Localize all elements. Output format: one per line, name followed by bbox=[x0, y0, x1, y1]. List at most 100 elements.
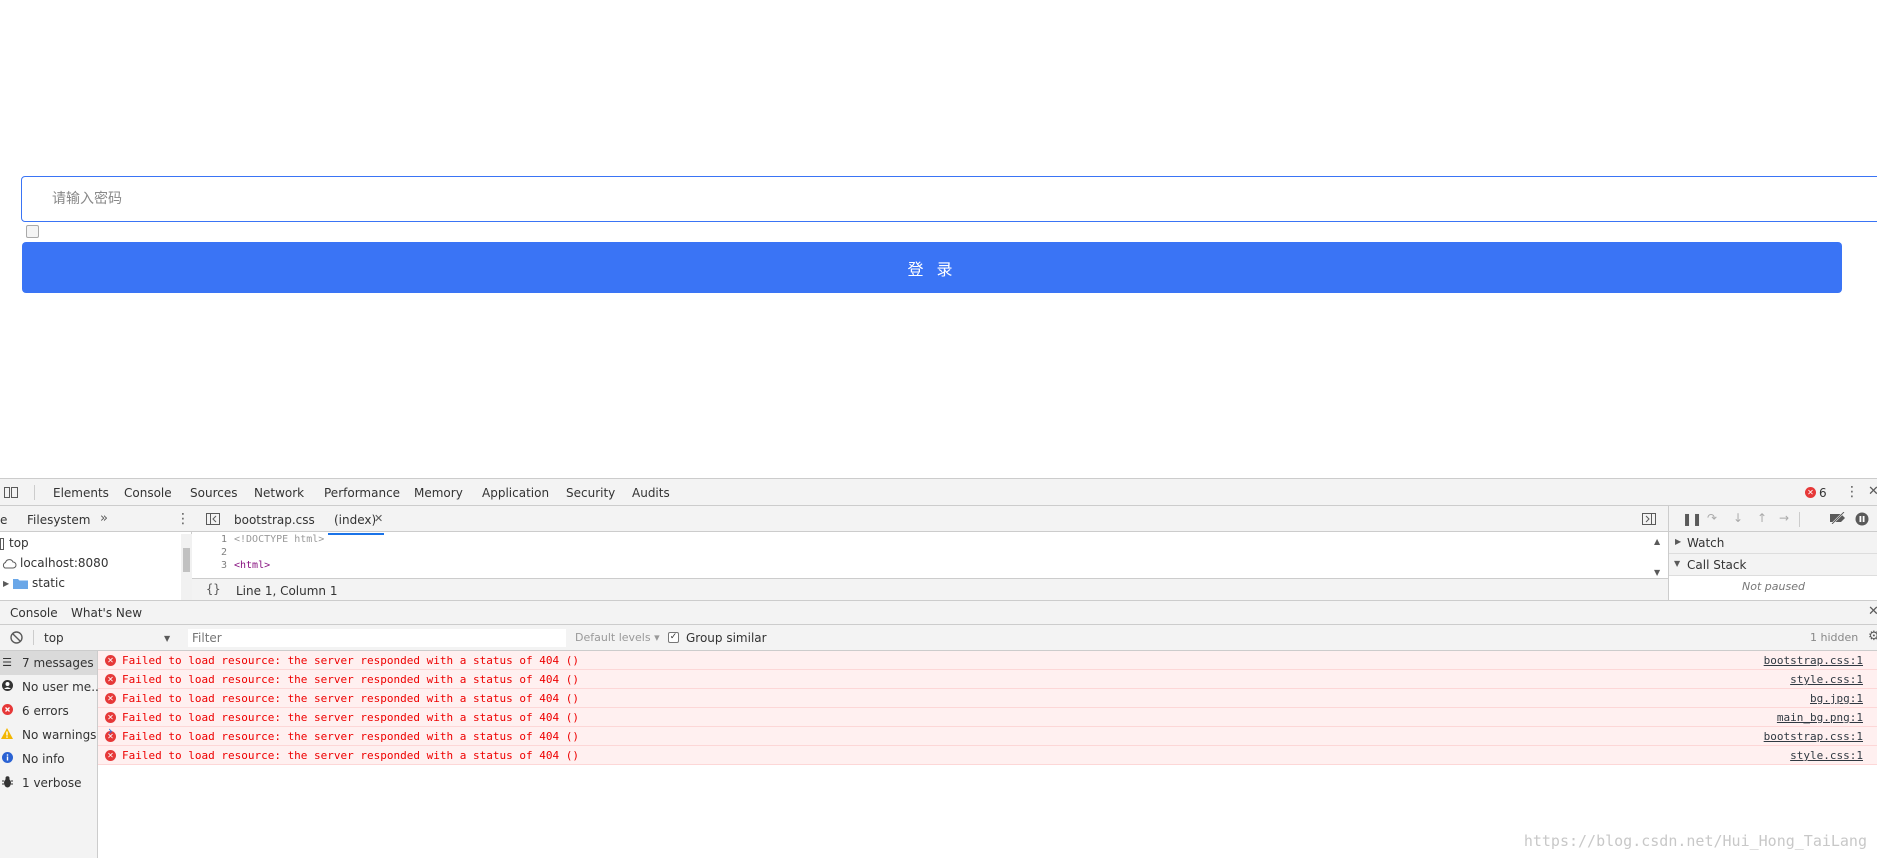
source-link[interactable]: style.css:1 bbox=[1790, 673, 1863, 686]
close-devtools-icon[interactable]: ✕ bbox=[1868, 485, 1877, 498]
watermark: https://blog.csdn.net/Hui_Hong_TaiLang bbox=[1523, 832, 1867, 850]
console-error-row[interactable]: ✕ Failed to load resource: the server re… bbox=[98, 746, 1877, 765]
navigator-pane: e Filesystem » ⋮ top localhost:8080 ▶ st… bbox=[0, 506, 192, 600]
console-filter-input[interactable] bbox=[188, 629, 566, 647]
drawer-tab-console[interactable]: Console bbox=[4, 606, 66, 628]
navigator-scrollbar[interactable] bbox=[181, 534, 192, 600]
group-similar-checkbox[interactable]: ✓ bbox=[668, 632, 679, 643]
console-prompt-icon[interactable]: › bbox=[108, 724, 113, 738]
source-link[interactable]: main_bg.png:1 bbox=[1777, 711, 1863, 724]
chevron-down-icon[interactable]: ▼ bbox=[164, 633, 170, 645]
error-message: Failed to load resource: the server resp… bbox=[122, 673, 579, 686]
login-button[interactable]: 登 录 bbox=[22, 242, 1842, 293]
tab-application[interactable]: Application bbox=[482, 486, 549, 500]
source-link[interactable]: bootstrap.css:1 bbox=[1764, 654, 1863, 667]
inspect-element-icon[interactable] bbox=[4, 486, 18, 502]
warning-icon bbox=[0, 728, 14, 742]
source-link[interactable]: style.css:1 bbox=[1790, 749, 1863, 762]
toggle-navigator-icon[interactable] bbox=[206, 513, 220, 527]
default-levels-dropdown[interactable]: Default levels ▾ bbox=[575, 631, 660, 644]
tree-label: static bbox=[32, 576, 65, 590]
tab-filesystem[interactable]: Filesystem bbox=[27, 513, 90, 527]
screen: 登 录 Elements Console Sources Network Per… bbox=[0, 0, 1877, 858]
console-error-row[interactable]: ✕ Failed to load resource: the server re… bbox=[98, 670, 1877, 689]
file-tab-index[interactable]: (index) bbox=[327, 513, 385, 535]
error-icon: ✕ bbox=[105, 693, 116, 704]
scroll-up-icon[interactable]: ▲ bbox=[1654, 536, 1660, 548]
error-message: Failed to load resource: the server resp… bbox=[122, 692, 579, 705]
close-drawer-icon[interactable]: ✕ bbox=[1868, 605, 1877, 618]
error-count-icon[interactable]: ✕ bbox=[1805, 487, 1816, 498]
folder-icon bbox=[13, 577, 28, 591]
console-settings-icon[interactable]: ⚙ bbox=[1868, 630, 1877, 643]
console-error-row[interactable]: ✕ Failed to load resource: the server re… bbox=[98, 651, 1877, 670]
toolbar-divider bbox=[1799, 512, 1800, 527]
expand-arrow-icon[interactable]: ▶ bbox=[3, 578, 9, 590]
sidebar-item-info[interactable]: No info bbox=[0, 747, 97, 771]
call-stack-section[interactable]: ▼ Call Stack bbox=[1669, 554, 1877, 576]
clear-console-icon[interactable] bbox=[10, 631, 23, 646]
sidebar-item-verbose[interactable]: 1 verbose bbox=[0, 771, 97, 795]
more-tabs-icon[interactable]: » bbox=[100, 512, 108, 525]
error-count[interactable]: 6 bbox=[1819, 486, 1827, 500]
tree-label: top bbox=[9, 536, 29, 550]
toolbar-divider bbox=[34, 485, 35, 500]
deactivate-breakpoints-icon[interactable] bbox=[1829, 511, 1847, 526]
sidebar-item-label: 1 verbose bbox=[22, 776, 82, 790]
drawer-tab-whats-new[interactable]: What's New bbox=[71, 606, 142, 620]
pretty-print-icon[interactable]: {} bbox=[206, 583, 220, 595]
user-icon bbox=[0, 680, 14, 694]
line-number: 3 bbox=[220, 560, 227, 571]
line-number: 1 bbox=[220, 534, 227, 545]
sidebar-item-messages[interactable]: ☰ 7 messages bbox=[0, 651, 97, 675]
step-out-icon[interactable]: ↑ bbox=[1757, 512, 1767, 524]
console-error-row[interactable]: ✕ Failed to load resource: the server re… bbox=[98, 727, 1877, 746]
scrollbar-thumb[interactable] bbox=[183, 548, 190, 572]
password-input[interactable] bbox=[21, 176, 1877, 222]
error-message: Failed to load resource: the server resp… bbox=[122, 711, 579, 724]
more-options-icon[interactable]: ⋮ bbox=[1845, 485, 1859, 499]
editor-tabs-header: bootstrap.css (index) ✕ bbox=[192, 506, 1668, 535]
watch-section[interactable]: ▶ Watch bbox=[1669, 532, 1877, 554]
tab-page[interactable]: e bbox=[0, 513, 7, 527]
frame-icon bbox=[0, 538, 4, 552]
step-into-icon[interactable]: ↓ bbox=[1733, 512, 1743, 524]
step-icon[interactable]: → bbox=[1779, 512, 1789, 524]
console-drawer: Console What's New ✕ top ▼ Default level… bbox=[0, 600, 1877, 858]
file-tab-bootstrap[interactable]: bootstrap.css bbox=[234, 513, 315, 527]
navigator-menu-icon[interactable]: ⋮ bbox=[176, 512, 190, 526]
tab-elements[interactable]: Elements bbox=[53, 486, 109, 500]
expand-arrow-icon: ▶ bbox=[1675, 537, 1682, 546]
tab-security[interactable]: Security bbox=[566, 486, 615, 500]
tab-audits[interactable]: Audits bbox=[632, 486, 670, 500]
sidebar-item-errors[interactable]: 6 errors bbox=[0, 699, 97, 723]
tab-network[interactable]: Network bbox=[254, 486, 304, 500]
context-selector[interactable]: top bbox=[44, 631, 64, 645]
close-tab-icon[interactable]: ✕ bbox=[374, 513, 383, 525]
console-error-row[interactable]: ✕ Failed to load resource: the server re… bbox=[98, 689, 1877, 708]
step-over-icon[interactable]: ↷ bbox=[1707, 512, 1717, 524]
pause-on-exceptions-icon[interactable] bbox=[1855, 512, 1869, 528]
toggle-debugger-icon[interactable] bbox=[1642, 513, 1656, 527]
editor-status-bar: {} Line 1, Column 1 bbox=[192, 578, 1668, 600]
sidebar-item-warnings[interactable]: No warnings bbox=[0, 723, 97, 747]
remember-checkbox[interactable] bbox=[26, 225, 39, 238]
source-link[interactable]: bootstrap.css:1 bbox=[1764, 730, 1863, 743]
sources-panel: e Filesystem » ⋮ top localhost:8080 ▶ st… bbox=[0, 506, 1877, 600]
console-error-row[interactable]: ✕ Failed to load resource: the server re… bbox=[98, 708, 1877, 727]
tab-sources[interactable]: Sources bbox=[183, 486, 247, 508]
error-icon bbox=[0, 704, 14, 718]
toolbar-divider bbox=[33, 630, 34, 645]
pause-icon[interactable]: ❚❚ bbox=[1682, 513, 1702, 525]
sidebar-item-user-messages[interactable]: No user me... bbox=[0, 675, 103, 699]
error-message: Failed to load resource: the server resp… bbox=[122, 654, 579, 667]
source-link[interactable]: bg.jpg:1 bbox=[1810, 692, 1863, 705]
not-paused-text: Not paused bbox=[1742, 580, 1805, 593]
line-number: 2 bbox=[220, 547, 227, 558]
error-message: Failed to load resource: the server resp… bbox=[122, 749, 579, 762]
tab-performance[interactable]: Performance bbox=[324, 486, 400, 500]
tab-memory[interactable]: Memory bbox=[414, 486, 463, 500]
group-similar-label: Group similar bbox=[686, 631, 767, 645]
sidebar-item-label: No warnings bbox=[22, 728, 97, 742]
tab-console[interactable]: Console bbox=[124, 486, 172, 500]
